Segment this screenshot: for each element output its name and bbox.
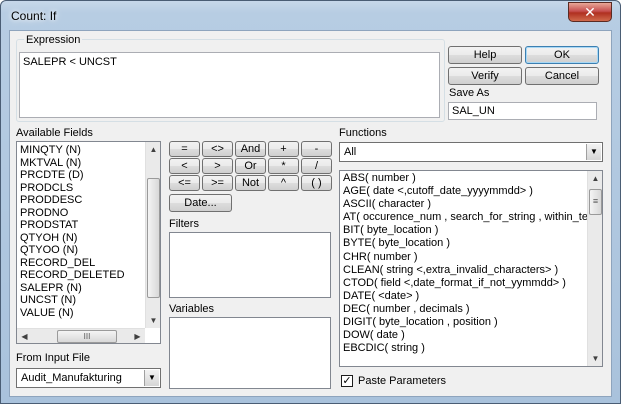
- function-list-item[interactable]: AGE( date <,cutoff_date_yyyymmdd> ): [340, 185, 587, 198]
- operator-button[interactable]: >: [202, 158, 233, 174]
- functions-filter-value: All: [344, 146, 357, 158]
- operator-buttons: = <> And + - < > Or * / <= >= Not ^( ): [169, 141, 332, 196]
- field-list-item[interactable]: QTYOO (N): [17, 244, 145, 257]
- function-list-item[interactable]: CTOD( field <,date_format_if_not_yymmdd>…: [340, 277, 587, 290]
- scroll-left-arrow-icon[interactable]: ◀: [17, 329, 32, 343]
- ok-button[interactable]: OK: [525, 46, 599, 64]
- help-button[interactable]: Help: [448, 46, 522, 64]
- grip-icon: III: [83, 332, 91, 341]
- functions-list[interactable]: ABS( number ) AGE( date <,cutoff_date_yyy…: [339, 170, 603, 367]
- function-list-item[interactable]: CHR( number ): [340, 251, 587, 264]
- operator-button[interactable]: Not: [235, 175, 266, 191]
- fields-vertical-scrollbar[interactable]: ▲ ▼: [145, 142, 160, 328]
- function-list-item[interactable]: DEC( number , decimals ): [340, 303, 587, 316]
- scroll-up-arrow-icon[interactable]: ▲: [146, 142, 160, 157]
- field-list-item[interactable]: PRODCLS: [17, 182, 145, 195]
- paste-parameters-checkbox[interactable]: ✓: [341, 375, 353, 387]
- scroll-thumb[interactable]: [147, 178, 160, 298]
- operator-button[interactable]: ^: [268, 175, 299, 191]
- operator-button[interactable]: =: [169, 141, 200, 157]
- operator-button[interactable]: <: [169, 158, 200, 174]
- expression-text: SALEPR < UNCST: [23, 56, 117, 68]
- grip-icon: ≡: [592, 196, 599, 206]
- available-fields-list[interactable]: MINQTY (N) MKTVAL (N) PRCDTE (D) PRODCLS PRO…: [16, 141, 161, 344]
- function-list-item[interactable]: EBCDIC( string ): [340, 342, 587, 355]
- scroll-thumb[interactable]: ≡: [589, 189, 602, 215]
- scroll-right-arrow-icon[interactable]: ▶: [130, 329, 145, 343]
- field-list-item[interactable]: QTYOH (N): [17, 232, 145, 245]
- operator-button[interactable]: ( ): [301, 175, 332, 191]
- close-icon: ✕: [584, 4, 596, 20]
- operator-button[interactable]: *: [268, 158, 299, 174]
- filters-label: Filters: [169, 218, 199, 230]
- field-list-item[interactable]: SALEPR (N): [17, 282, 145, 295]
- field-list-item[interactable]: PRCDTE (D): [17, 169, 145, 182]
- expression-label: Expression: [24, 34, 83, 46]
- close-button[interactable]: ✕: [568, 2, 612, 22]
- field-list-item[interactable]: MINQTY (N): [17, 144, 145, 157]
- field-list-item[interactable]: PRODNO: [17, 207, 145, 220]
- function-list-item[interactable]: BYTE( byte_location ): [340, 237, 587, 250]
- function-list-item[interactable]: CLEAN( string <,extra_invalid_characters…: [340, 264, 587, 277]
- fields-items: MINQTY (N) MKTVAL (N) PRCDTE (D) PRODCLS PRO…: [17, 144, 145, 319]
- operator-button[interactable]: And: [235, 141, 266, 157]
- field-list-item[interactable]: RECORD_DEL: [17, 257, 145, 270]
- input-file-value: Audit_Manufakturing: [21, 372, 122, 384]
- operator-button[interactable]: /: [301, 158, 332, 174]
- checkmark-icon: ✓: [342, 375, 352, 387]
- field-list-item[interactable]: PRODSTAT: [17, 219, 145, 232]
- field-list-item[interactable]: PRODDESC: [17, 194, 145, 207]
- title-bar[interactable]: Count: If ✕: [1, 1, 620, 29]
- function-list-item[interactable]: DIGIT( byte_location , position ): [340, 316, 587, 329]
- window-title: Count: If: [11, 9, 57, 23]
- function-list-item[interactable]: ASCII( character ): [340, 198, 587, 211]
- function-list-item[interactable]: AT( occurence_num , search_for_string , …: [340, 211, 593, 224]
- scroll-up-arrow-icon[interactable]: ▲: [588, 171, 602, 186]
- field-list-item[interactable]: MKTVAL (N): [17, 157, 145, 170]
- available-fields-label: Available Fields: [16, 127, 93, 139]
- function-items: ABS( number ) AGE( date <,cutoff_date_yyy…: [340, 172, 593, 355]
- cancel-button[interactable]: Cancel: [525, 67, 599, 85]
- operator-button[interactable]: <=: [169, 175, 200, 191]
- filters-list[interactable]: [169, 232, 331, 298]
- expression-input[interactable]: SALEPR < UNCST: [19, 52, 440, 118]
- variables-list[interactable]: [169, 317, 331, 389]
- operator-button[interactable]: >=: [202, 175, 233, 191]
- function-list-item[interactable]: DOW( date ): [340, 329, 587, 342]
- save-as-text: SAL_UN: [452, 105, 495, 117]
- dropdown-arrow-icon[interactable]: ▼: [586, 144, 601, 160]
- input-file-dropdown[interactable]: Audit_Manufakturing ▼: [16, 368, 161, 388]
- dropdown-arrow-icon[interactable]: ▼: [144, 370, 159, 386]
- field-list-item[interactable]: RECORD_DELETED: [17, 269, 145, 282]
- dialog-window: Count: If ✕ Expression SALEPR < UNCST He…: [0, 0, 621, 404]
- date-button[interactable]: Date...: [169, 194, 232, 212]
- operator-button[interactable]: +: [268, 141, 299, 157]
- verify-button[interactable]: Verify: [448, 67, 522, 85]
- function-list-item[interactable]: BIT( byte_location ): [340, 224, 587, 237]
- functions-label: Functions: [339, 127, 387, 139]
- functions-filter-dropdown[interactable]: All ▼: [339, 142, 603, 162]
- fields-horizontal-scrollbar[interactable]: ◀ III ▶: [17, 328, 145, 343]
- variables-label: Variables: [169, 303, 215, 315]
- field-list-item[interactable]: UNCST (N): [17, 294, 145, 307]
- operator-button[interactable]: Or: [235, 158, 266, 174]
- field-list-item[interactable]: VALUE (N): [17, 307, 145, 320]
- scroll-thumb-h[interactable]: III: [57, 330, 117, 343]
- functions-vertical-scrollbar[interactable]: ▲ ≡ ▼: [587, 171, 602, 366]
- function-list-item[interactable]: ABS( number ): [340, 172, 587, 185]
- save-as-input[interactable]: SAL_UN: [448, 102, 597, 120]
- operator-button[interactable]: -: [301, 141, 332, 157]
- dialog-client-area: Expression SALEPR < UNCST Help OK Verify…: [9, 30, 612, 397]
- scroll-down-arrow-icon[interactable]: ▼: [588, 351, 602, 366]
- save-as-label: Save As: [449, 87, 490, 99]
- operator-button[interactable]: <>: [202, 141, 233, 157]
- paste-parameters-label: Paste Parameters: [358, 375, 447, 387]
- input-file-label: From Input File: [16, 352, 90, 364]
- scroll-down-arrow-icon[interactable]: ▼: [146, 313, 160, 328]
- function-list-item[interactable]: DATE( <date> ): [340, 290, 587, 303]
